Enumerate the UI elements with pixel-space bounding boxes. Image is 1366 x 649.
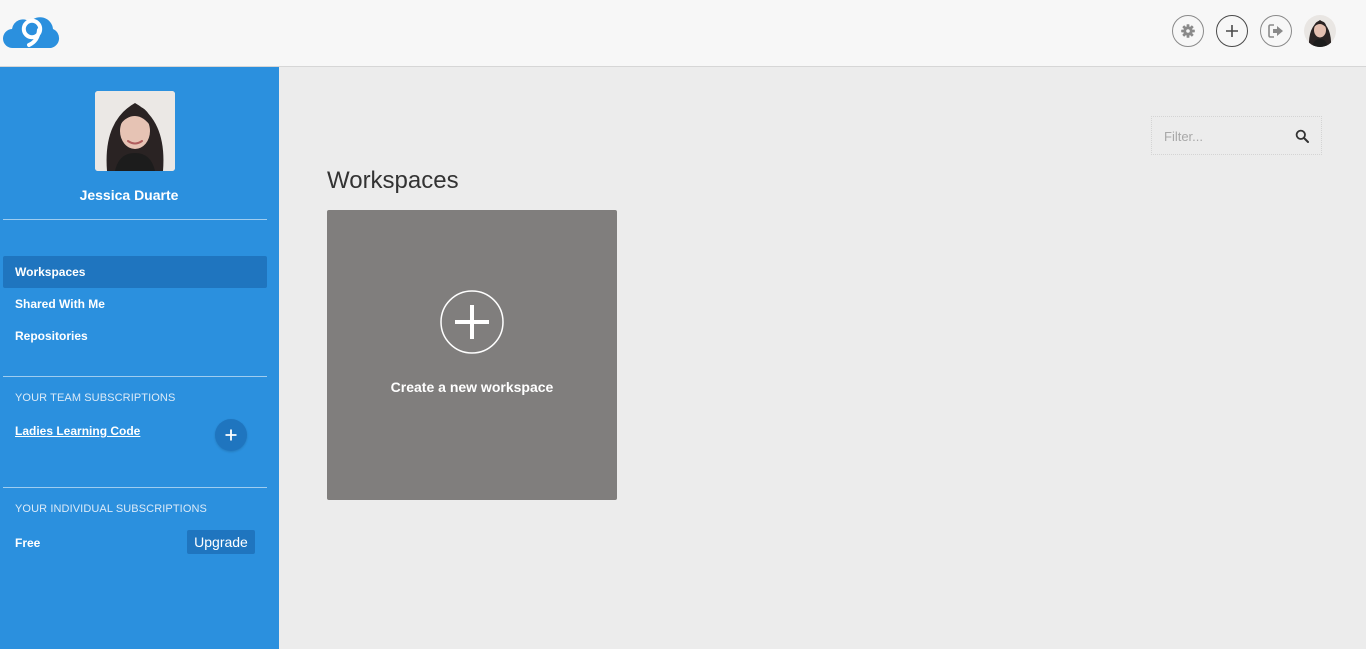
plan-label: Free <box>15 536 41 550</box>
filter-box <box>1151 116 1322 155</box>
team-subscriptions-title: YOUR TEAM SUBSCRIPTIONS <box>15 392 176 404</box>
sign-out-icon <box>1268 24 1283 38</box>
divider <box>3 219 267 220</box>
avatar[interactable] <box>1304 15 1336 47</box>
create-workspace-card[interactable]: Create a new workspace <box>327 210 617 500</box>
sidebar-item-workspaces[interactable]: Workspaces <box>3 256 267 288</box>
sign-out-button[interactable] <box>1260 15 1292 47</box>
individual-subscriptions-title: YOUR INDIVIDUAL SUBSCRIPTIONS <box>15 503 207 515</box>
top-bar <box>0 0 1366 67</box>
profile-photo <box>95 91 175 171</box>
plus-icon <box>1226 25 1238 37</box>
filter-input[interactable] <box>1164 127 1289 145</box>
add-team-button[interactable] <box>215 419 247 451</box>
divider <box>3 487 267 488</box>
sidebar-item-repositories[interactable]: Repositories <box>3 320 267 352</box>
create-workspace-label: Create a new workspace <box>390 379 554 395</box>
user-name: Jessica Duarte <box>79 187 179 203</box>
cloud9-logo-icon[interactable] <box>2 13 61 49</box>
plus-circle-icon <box>440 290 504 354</box>
plus-icon <box>225 429 237 441</box>
search-icon[interactable] <box>1295 129 1309 143</box>
sidebar: Jessica Duarte Workspaces Shared With Me… <box>0 67 279 649</box>
divider <box>3 376 267 377</box>
team-link[interactable]: Ladies Learning Code <box>15 424 140 438</box>
add-button[interactable] <box>1216 15 1248 47</box>
sidebar-item-shared-with-me[interactable]: Shared With Me <box>3 288 267 320</box>
upgrade-button[interactable]: Upgrade <box>187 530 255 554</box>
sidebar-nav: Workspaces Shared With Me Repositories <box>3 256 267 352</box>
page-title: Workspaces <box>327 167 459 194</box>
settings-button[interactable] <box>1172 15 1204 47</box>
gear-icon <box>1181 24 1195 38</box>
